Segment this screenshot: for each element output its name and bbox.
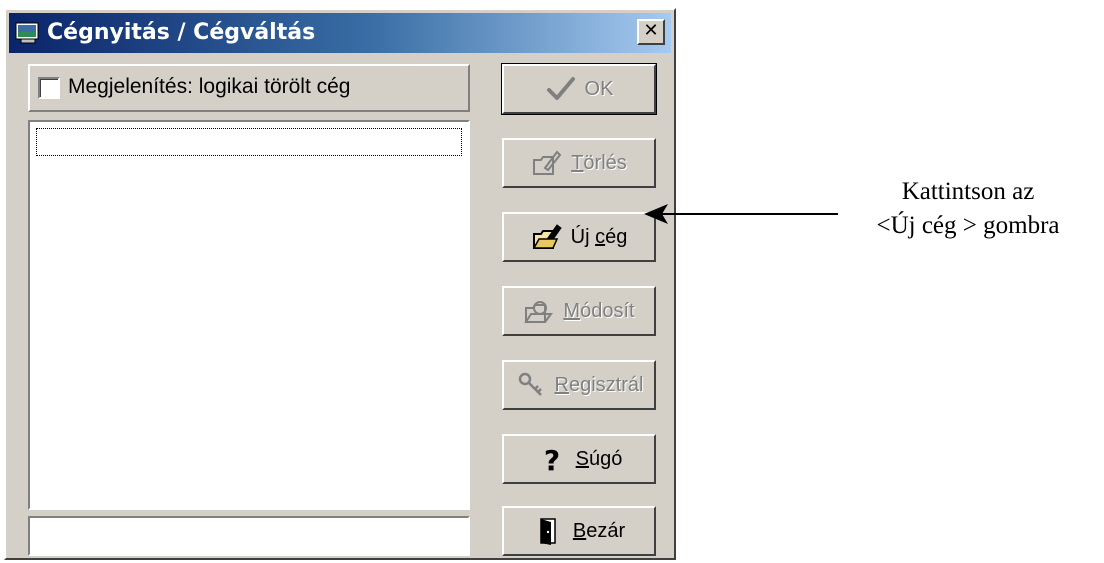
app-icon: [15, 22, 39, 44]
folder-edit-icon: [524, 301, 554, 323]
window-title: Cégnyitás / Cégváltás: [47, 20, 316, 45]
title-bar[interactable]: Cégnyitás / Cégváltás ✕: [9, 13, 671, 53]
new-company-button[interactable]: Új cég: [502, 212, 656, 262]
status-field: [28, 516, 470, 556]
ok-label: OK: [584, 77, 614, 100]
door-icon: [540, 518, 556, 545]
svg-text:?: ?: [544, 444, 560, 474]
show-deleted-label[interactable]: Megjelenítés: logikai törölt cég: [68, 75, 351, 99]
company-list[interactable]: [28, 120, 470, 510]
ok-button[interactable]: OK: [501, 63, 657, 115]
key-icon: [518, 372, 542, 396]
company-open-dialog: Cégnyitás / Cégváltás ✕ Megjelenítés: lo…: [4, 8, 676, 560]
close-button[interactable]: Bezár: [502, 506, 656, 556]
close-window-button[interactable]: ✕: [637, 19, 665, 45]
register-button[interactable]: Regisztrál: [502, 360, 656, 410]
modify-button[interactable]: Módosít: [502, 286, 656, 336]
instruction-annotation: Kattintson az <Új cég > gombra: [838, 175, 1098, 243]
close-icon: ✕: [643, 20, 659, 41]
folder-pen-icon: [532, 224, 562, 249]
annotation-line-2: <Új cég > gombra: [876, 212, 1060, 239]
delete-label: Törlés: [571, 151, 627, 174]
filter-panel: Megjelenítés: logikai törölt cég: [28, 64, 470, 112]
screenshot-stage: Cégnyitás / Cégváltás ✕ Megjelenítés: lo…: [0, 0, 1104, 563]
show-deleted-checkbox[interactable]: [38, 77, 60, 99]
pointer-arrow: [644, 204, 838, 224]
close-label: Bezár: [572, 519, 626, 542]
list-focus-row[interactable]: [36, 128, 462, 156]
delete-button[interactable]: Törlés: [502, 138, 656, 188]
folder-pen-icon: [533, 150, 562, 175]
question-mark-icon: ?: [544, 444, 560, 474]
annotation-line-1: Kattintson az: [901, 178, 1035, 205]
checkmark-icon: [546, 77, 575, 100]
modify-label: Módosít: [563, 299, 635, 322]
help-label: Súgó: [575, 447, 623, 470]
register-label: Regisztrál: [554, 373, 644, 396]
new-company-label: Új cég: [570, 225, 628, 248]
help-button[interactable]: ? Súgó: [502, 434, 656, 484]
